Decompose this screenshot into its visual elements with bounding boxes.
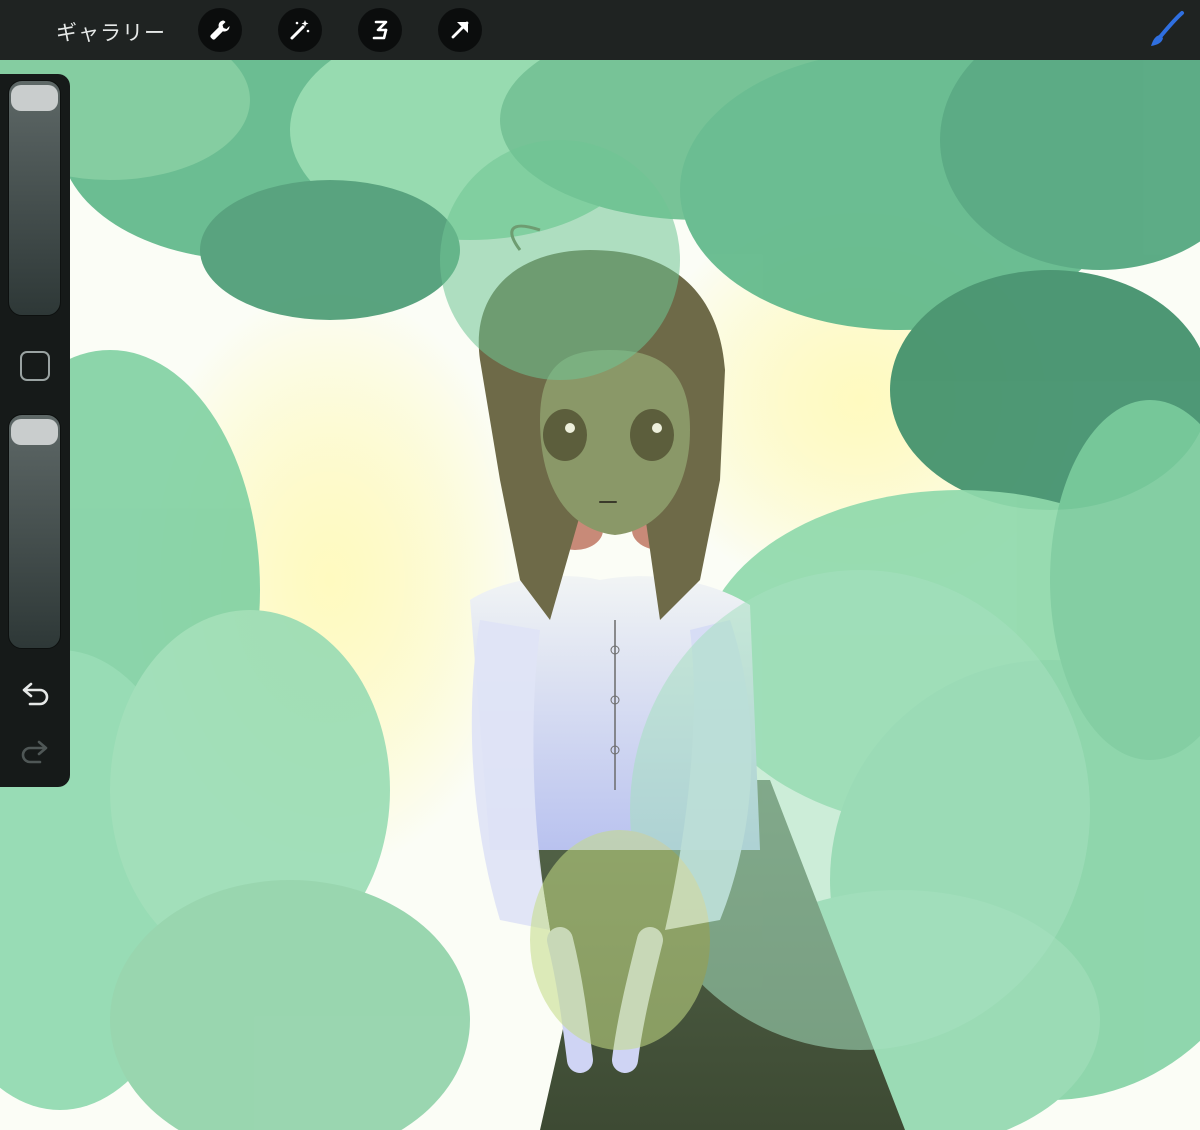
brush-size-slider[interactable]	[8, 80, 61, 316]
selection-button[interactable]	[358, 8, 402, 52]
gallery-button[interactable]: ギャラリー	[56, 17, 166, 47]
transform-button[interactable]	[438, 8, 482, 52]
illustration	[0, 60, 1200, 1130]
modify-button[interactable]	[20, 351, 50, 381]
adjustments-button[interactable]	[278, 8, 322, 52]
selection-icon	[372, 20, 388, 40]
magic-wand-icon	[290, 20, 310, 40]
brush-opacity-thumb[interactable]	[11, 419, 58, 445]
redo-icon[interactable]	[18, 738, 52, 766]
left-sidebar	[0, 74, 70, 787]
left-eye	[543, 409, 587, 461]
drawing-canvas[interactable]	[0, 60, 1200, 1130]
actions-button[interactable]	[198, 8, 242, 52]
brush-icon[interactable]	[1146, 10, 1186, 50]
undo-icon[interactable]	[18, 680, 52, 708]
brush-opacity-slider[interactable]	[8, 414, 61, 649]
brush-size-thumb[interactable]	[11, 85, 58, 111]
move-arrow-icon	[451, 21, 469, 39]
wrench-icon	[210, 20, 230, 40]
right-eye	[630, 409, 674, 461]
top-toolbar: ギャラリー	[0, 0, 1200, 60]
